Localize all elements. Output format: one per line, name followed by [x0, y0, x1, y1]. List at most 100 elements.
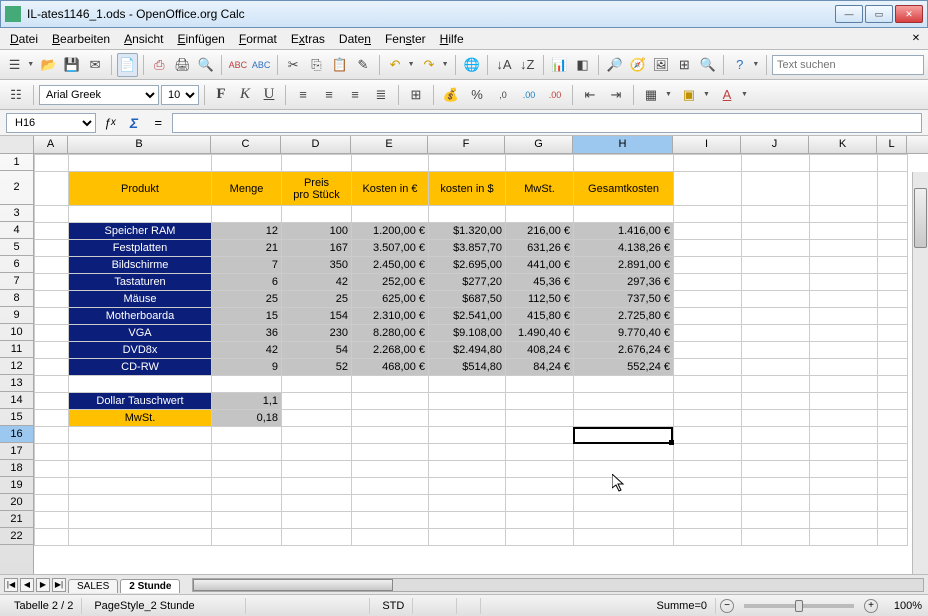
print-icon[interactable]: 🖨: [172, 53, 193, 77]
row-header-14[interactable]: 14: [0, 392, 33, 409]
new-doc-icon[interactable]: ☰: [4, 53, 25, 77]
add-decimal-icon[interactable]: .00: [517, 83, 541, 107]
close-button[interactable]: ✕: [895, 5, 923, 23]
currency-icon[interactable]: 💰: [439, 83, 463, 107]
row-header-18[interactable]: 18: [0, 460, 33, 477]
row-header-16[interactable]: 16: [0, 426, 33, 443]
vertical-scrollbar[interactable]: [912, 172, 928, 574]
doc-close-icon[interactable]: ✕: [908, 31, 924, 47]
tab-next-icon[interactable]: ▶: [36, 578, 50, 592]
autospell-icon[interactable]: ABC: [250, 53, 271, 77]
function-wizard-icon[interactable]: ƒx: [100, 113, 120, 133]
font-color-icon[interactable]: A: [715, 83, 739, 107]
row-header-9[interactable]: 9: [0, 307, 33, 324]
row-header-4[interactable]: 4: [0, 222, 33, 239]
maximize-button[interactable]: ▭: [865, 5, 893, 23]
align-left-icon[interactable]: ≡: [291, 83, 315, 107]
tab-prev-icon[interactable]: ◀: [20, 578, 34, 592]
col-header-D[interactable]: D: [281, 136, 351, 153]
row-headers[interactable]: 12345678910111213141516171819202122: [0, 154, 34, 574]
undo-icon[interactable]: ↶: [384, 53, 405, 77]
menu-einfuegen[interactable]: Einfügen: [171, 30, 230, 48]
zoom-slider[interactable]: [744, 604, 854, 608]
navigator-icon[interactable]: 🧭: [627, 53, 648, 77]
datasource-icon[interactable]: ⊞: [674, 53, 695, 77]
font-name-select[interactable]: Arial Greek: [39, 85, 159, 105]
col-header-C[interactable]: C: [211, 136, 281, 153]
formula-input[interactable]: [172, 113, 922, 133]
hscroll-thumb[interactable]: [193, 579, 393, 591]
sheet-tab-sales[interactable]: SALES: [68, 579, 118, 593]
open-icon[interactable]: 📂: [38, 53, 59, 77]
zoom-in-icon[interactable]: +: [864, 599, 878, 613]
spellcheck-icon[interactable]: ABC: [227, 53, 248, 77]
align-justify-icon[interactable]: ≣: [369, 83, 393, 107]
font-size-select[interactable]: 10: [161, 85, 199, 105]
redo-icon[interactable]: ↷: [418, 53, 439, 77]
paste-icon[interactable]: 📋: [329, 53, 350, 77]
col-header-G[interactable]: G: [505, 136, 573, 153]
dec-indent-icon[interactable]: ⇤: [578, 83, 602, 107]
menu-daten[interactable]: Daten: [333, 30, 377, 48]
menu-fenster[interactable]: Fenster: [379, 30, 432, 48]
hyperlink-icon[interactable]: 🌐: [461, 53, 482, 77]
zoom-percent[interactable]: 100%: [882, 600, 922, 612]
horizontal-scrollbar[interactable]: [192, 578, 924, 592]
save-icon[interactable]: 💾: [61, 53, 82, 77]
percent-icon[interactable]: %: [465, 83, 489, 107]
row-header-8[interactable]: 8: [0, 290, 33, 307]
pdf-icon[interactable]: ⎙: [149, 53, 170, 77]
find-toolbar-input[interactable]: [772, 55, 924, 75]
zoom-dialog-icon[interactable]: 🔍: [697, 53, 718, 77]
row-header-22[interactable]: 22: [0, 528, 33, 545]
menu-bearbeiten[interactable]: Bearbeiten: [46, 30, 116, 48]
help-icon[interactable]: ?: [729, 53, 750, 77]
find-icon[interactable]: 🔎: [604, 53, 625, 77]
col-header-L[interactable]: L: [877, 136, 907, 153]
bg-color-icon[interactable]: ▣: [677, 83, 701, 107]
row-header-7[interactable]: 7: [0, 273, 33, 290]
chart-icon[interactable]: 📊: [549, 53, 570, 77]
col-header-E[interactable]: E: [351, 136, 428, 153]
copy-icon[interactable]: ⎘: [306, 53, 327, 77]
row-header-6[interactable]: 6: [0, 256, 33, 273]
row-header-15[interactable]: 15: [0, 409, 33, 426]
styles-icon[interactable]: ☷: [4, 83, 28, 107]
borders-icon[interactable]: ▦: [639, 83, 663, 107]
menu-ansicht[interactable]: Ansicht: [118, 30, 169, 48]
row-header-11[interactable]: 11: [0, 341, 33, 358]
gallery-icon[interactable]: 🖼: [651, 53, 672, 77]
tab-first-icon[interactable]: |◀: [4, 578, 18, 592]
row-header-17[interactable]: 17: [0, 443, 33, 460]
italic-button[interactable]: K: [234, 83, 256, 107]
sort-asc-icon[interactable]: ↓A: [493, 53, 514, 77]
show-draw-icon[interactable]: ◧: [572, 53, 593, 77]
row-header-12[interactable]: 12: [0, 358, 33, 375]
remove-decimal-icon[interactable]: .00: [543, 83, 567, 107]
col-header-A[interactable]: A: [34, 136, 68, 153]
edit-doc-icon[interactable]: 📄: [117, 53, 138, 77]
row-header-19[interactable]: 19: [0, 477, 33, 494]
menu-format[interactable]: Format: [233, 30, 283, 48]
col-header-F[interactable]: F: [428, 136, 505, 153]
cells-area[interactable]: ProduktMengePreispro StückKosten in €kos…: [34, 154, 928, 574]
zoom-out-icon[interactable]: −: [720, 599, 734, 613]
row-header-13[interactable]: 13: [0, 375, 33, 392]
menu-datei[interactable]: Datei: [4, 30, 44, 48]
menu-hilfe[interactable]: Hilfe: [434, 30, 470, 48]
email-icon[interactable]: ✉: [84, 53, 105, 77]
cell-reference-box[interactable]: H16: [6, 113, 96, 133]
row-header-2[interactable]: 2: [0, 171, 33, 205]
row-header-5[interactable]: 5: [0, 239, 33, 256]
sheet-tab-2stunde[interactable]: 2 Stunde: [120, 579, 180, 593]
row-header-10[interactable]: 10: [0, 324, 33, 341]
col-header-H[interactable]: H: [573, 136, 673, 153]
spreadsheet-grid[interactable]: A B C D E F G H I J K L 1234567891011121…: [0, 136, 928, 574]
paintbrush-icon[interactable]: ✎: [352, 53, 373, 77]
sum-icon[interactable]: Σ: [124, 113, 144, 133]
preview-icon[interactable]: 🔍: [195, 53, 216, 77]
col-header-J[interactable]: J: [741, 136, 809, 153]
equals-icon[interactable]: =: [148, 113, 168, 133]
row-header-1[interactable]: 1: [0, 154, 33, 171]
tab-last-icon[interactable]: ▶|: [52, 578, 66, 592]
